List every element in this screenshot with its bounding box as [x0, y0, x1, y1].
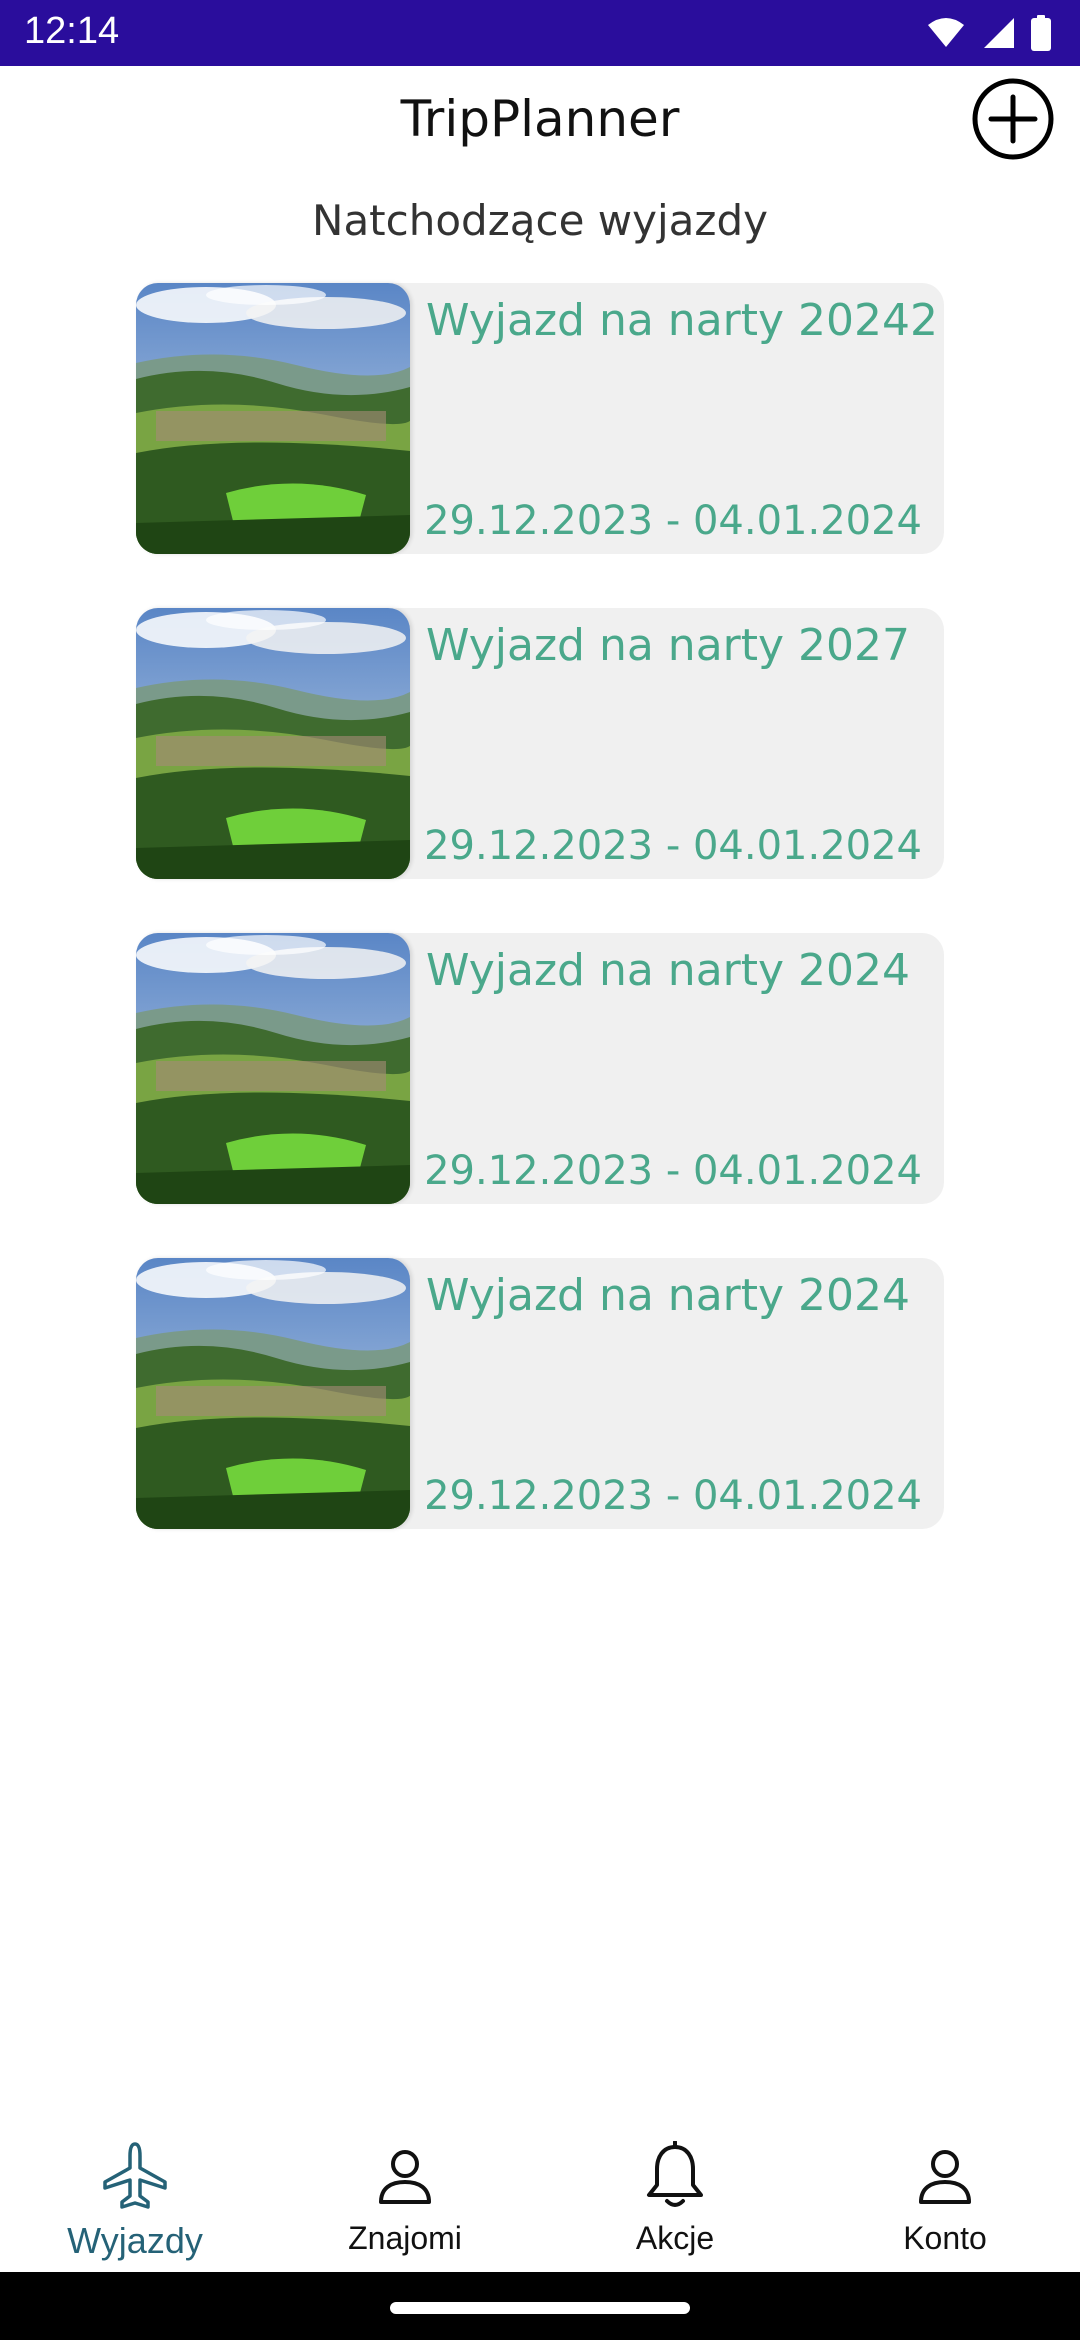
bottom-nav: Wyjazdy Znajomi Akcje Konto — [0, 2120, 1080, 2272]
add-trip-button[interactable] — [970, 78, 1056, 164]
trip-card[interactable]: Wyjazd na narty 2027 29.12.2023 - 04.01.… — [136, 608, 944, 879]
nav-label: Wyjazdy — [67, 2220, 203, 2261]
trip-card[interactable]: Wyjazd na narty 20242 29.12.2023 - 04.01… — [136, 283, 944, 554]
nav-label: Znajomi — [348, 2220, 462, 2256]
trip-name: Wyjazd na narty 2024 — [426, 1270, 910, 1321]
nav-item-konto[interactable]: Konto — [810, 2120, 1080, 2272]
status-time: 12:14 — [24, 10, 120, 52]
nav-item-akcje[interactable]: Akcje — [540, 2120, 810, 2272]
plus-circle-icon — [971, 77, 1055, 166]
app-title: TripPlanner — [400, 90, 680, 148]
trip-list: Wyjazd na narty 20242 29.12.2023 - 04.01… — [136, 283, 944, 1583]
trip-image — [136, 283, 410, 554]
wifi-icon — [926, 17, 966, 49]
system-nav-bar — [0, 2272, 1080, 2340]
trip-dates: 29.12.2023 - 04.01.2024 — [424, 1148, 922, 1194]
trip-card[interactable]: Wyjazd na narty 2024 29.12.2023 - 04.01.… — [136, 933, 944, 1204]
section-title: Natchodzące wyjazdy — [312, 196, 768, 245]
trip-image — [136, 1258, 410, 1529]
status-icons — [926, 14, 1052, 52]
home-gesture-handle[interactable] — [390, 2302, 690, 2314]
trip-image — [136, 608, 410, 879]
status-bar: 12:14 — [0, 0, 1080, 66]
battery-icon — [1030, 15, 1052, 51]
trip-image — [136, 933, 410, 1204]
trip-card[interactable]: Wyjazd na narty 2024 29.12.2023 - 04.01.… — [136, 1258, 944, 1529]
trip-dates: 29.12.2023 - 04.01.2024 — [424, 1473, 922, 1519]
person-icon — [905, 2136, 985, 2216]
trip-name: Wyjazd na narty 2024 — [426, 945, 910, 996]
trip-name: Wyjazd na narty 20242 — [426, 295, 938, 346]
nav-label: Akcje — [635, 2220, 715, 2256]
airplane-icon — [95, 2136, 175, 2216]
bell-icon — [635, 2136, 715, 2216]
nav-item-znajomi[interactable]: Znajomi — [270, 2120, 540, 2272]
trip-dates: 29.12.2023 - 04.01.2024 — [424, 498, 922, 544]
signal-icon — [980, 16, 1016, 50]
person-icon — [365, 2136, 445, 2216]
nav-item-wyjazdy[interactable]: Wyjazdy — [0, 2120, 270, 2272]
nav-label: Konto — [903, 2220, 987, 2256]
trip-name: Wyjazd na narty 2027 — [426, 620, 910, 671]
trip-dates: 29.12.2023 - 04.01.2024 — [424, 823, 922, 869]
